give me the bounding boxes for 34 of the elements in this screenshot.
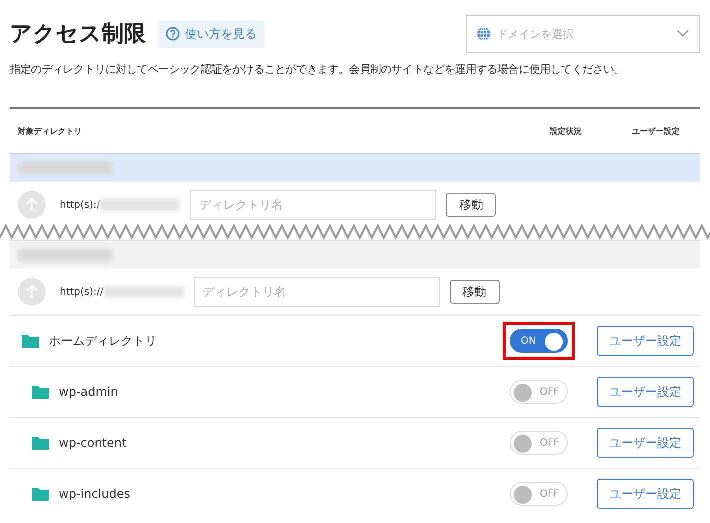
directory-name: ホームディレクトリ — [49, 332, 157, 350]
directory-name: wp-includes — [59, 487, 130, 501]
toggle-switch[interactable]: OFF — [510, 431, 568, 455]
toggle-switch[interactable]: OFF — [510, 482, 568, 506]
directory-name: wp-content — [59, 436, 127, 450]
domain-header[interactable] — [10, 240, 700, 269]
folder-icon — [22, 334, 39, 348]
description-text: 指定のディレクトリに対してベーシック認証をかけることができます。会員制のサイトなどを運用する場合に使用してください。 — [10, 62, 626, 77]
page-title: アクセス制限 — [10, 21, 146, 49]
user-settings-button[interactable]: ユーザー設定 — [597, 377, 694, 407]
directory-name: wp-admin — [59, 385, 118, 399]
column-header: 設定状況 — [550, 126, 583, 136]
user-settings-button[interactable]: ユーザー設定 — [597, 479, 694, 509]
toggle-switch[interactable]: ON — [510, 329, 568, 353]
domain-select[interactable]: ドメインを選択 — [466, 15, 700, 53]
directory-field[interactable]: ディレクトリ名 — [190, 190, 436, 220]
help-button[interactable]: 使い方を見る — [158, 20, 265, 48]
globe-icon — [477, 27, 491, 41]
url-prefix: http(s):/ — [60, 200, 100, 210]
column-header: 対象ディレクトリ — [18, 126, 82, 136]
folder-icon — [32, 488, 49, 500]
move-button[interactable]: 移動 — [450, 280, 500, 304]
toggle-switch[interactable]: OFF — [510, 380, 568, 404]
user-settings-button[interactable]: ユーザー設定 — [597, 326, 694, 356]
question-icon — [166, 27, 180, 41]
folder-icon — [32, 436, 49, 450]
chevron-down-icon — [677, 30, 689, 38]
move-button[interactable]: 移動 — [446, 193, 496, 217]
folder-icon — [32, 386, 49, 398]
url-prefix: http(s):// — [60, 286, 104, 298]
user-settings-button[interactable]: ユーザー設定 — [597, 428, 694, 458]
column-header: ユーザー設定 — [632, 126, 681, 136]
directory-field[interactable]: ディレクトリ名 — [194, 277, 440, 307]
domain-header[interactable] — [10, 153, 700, 182]
